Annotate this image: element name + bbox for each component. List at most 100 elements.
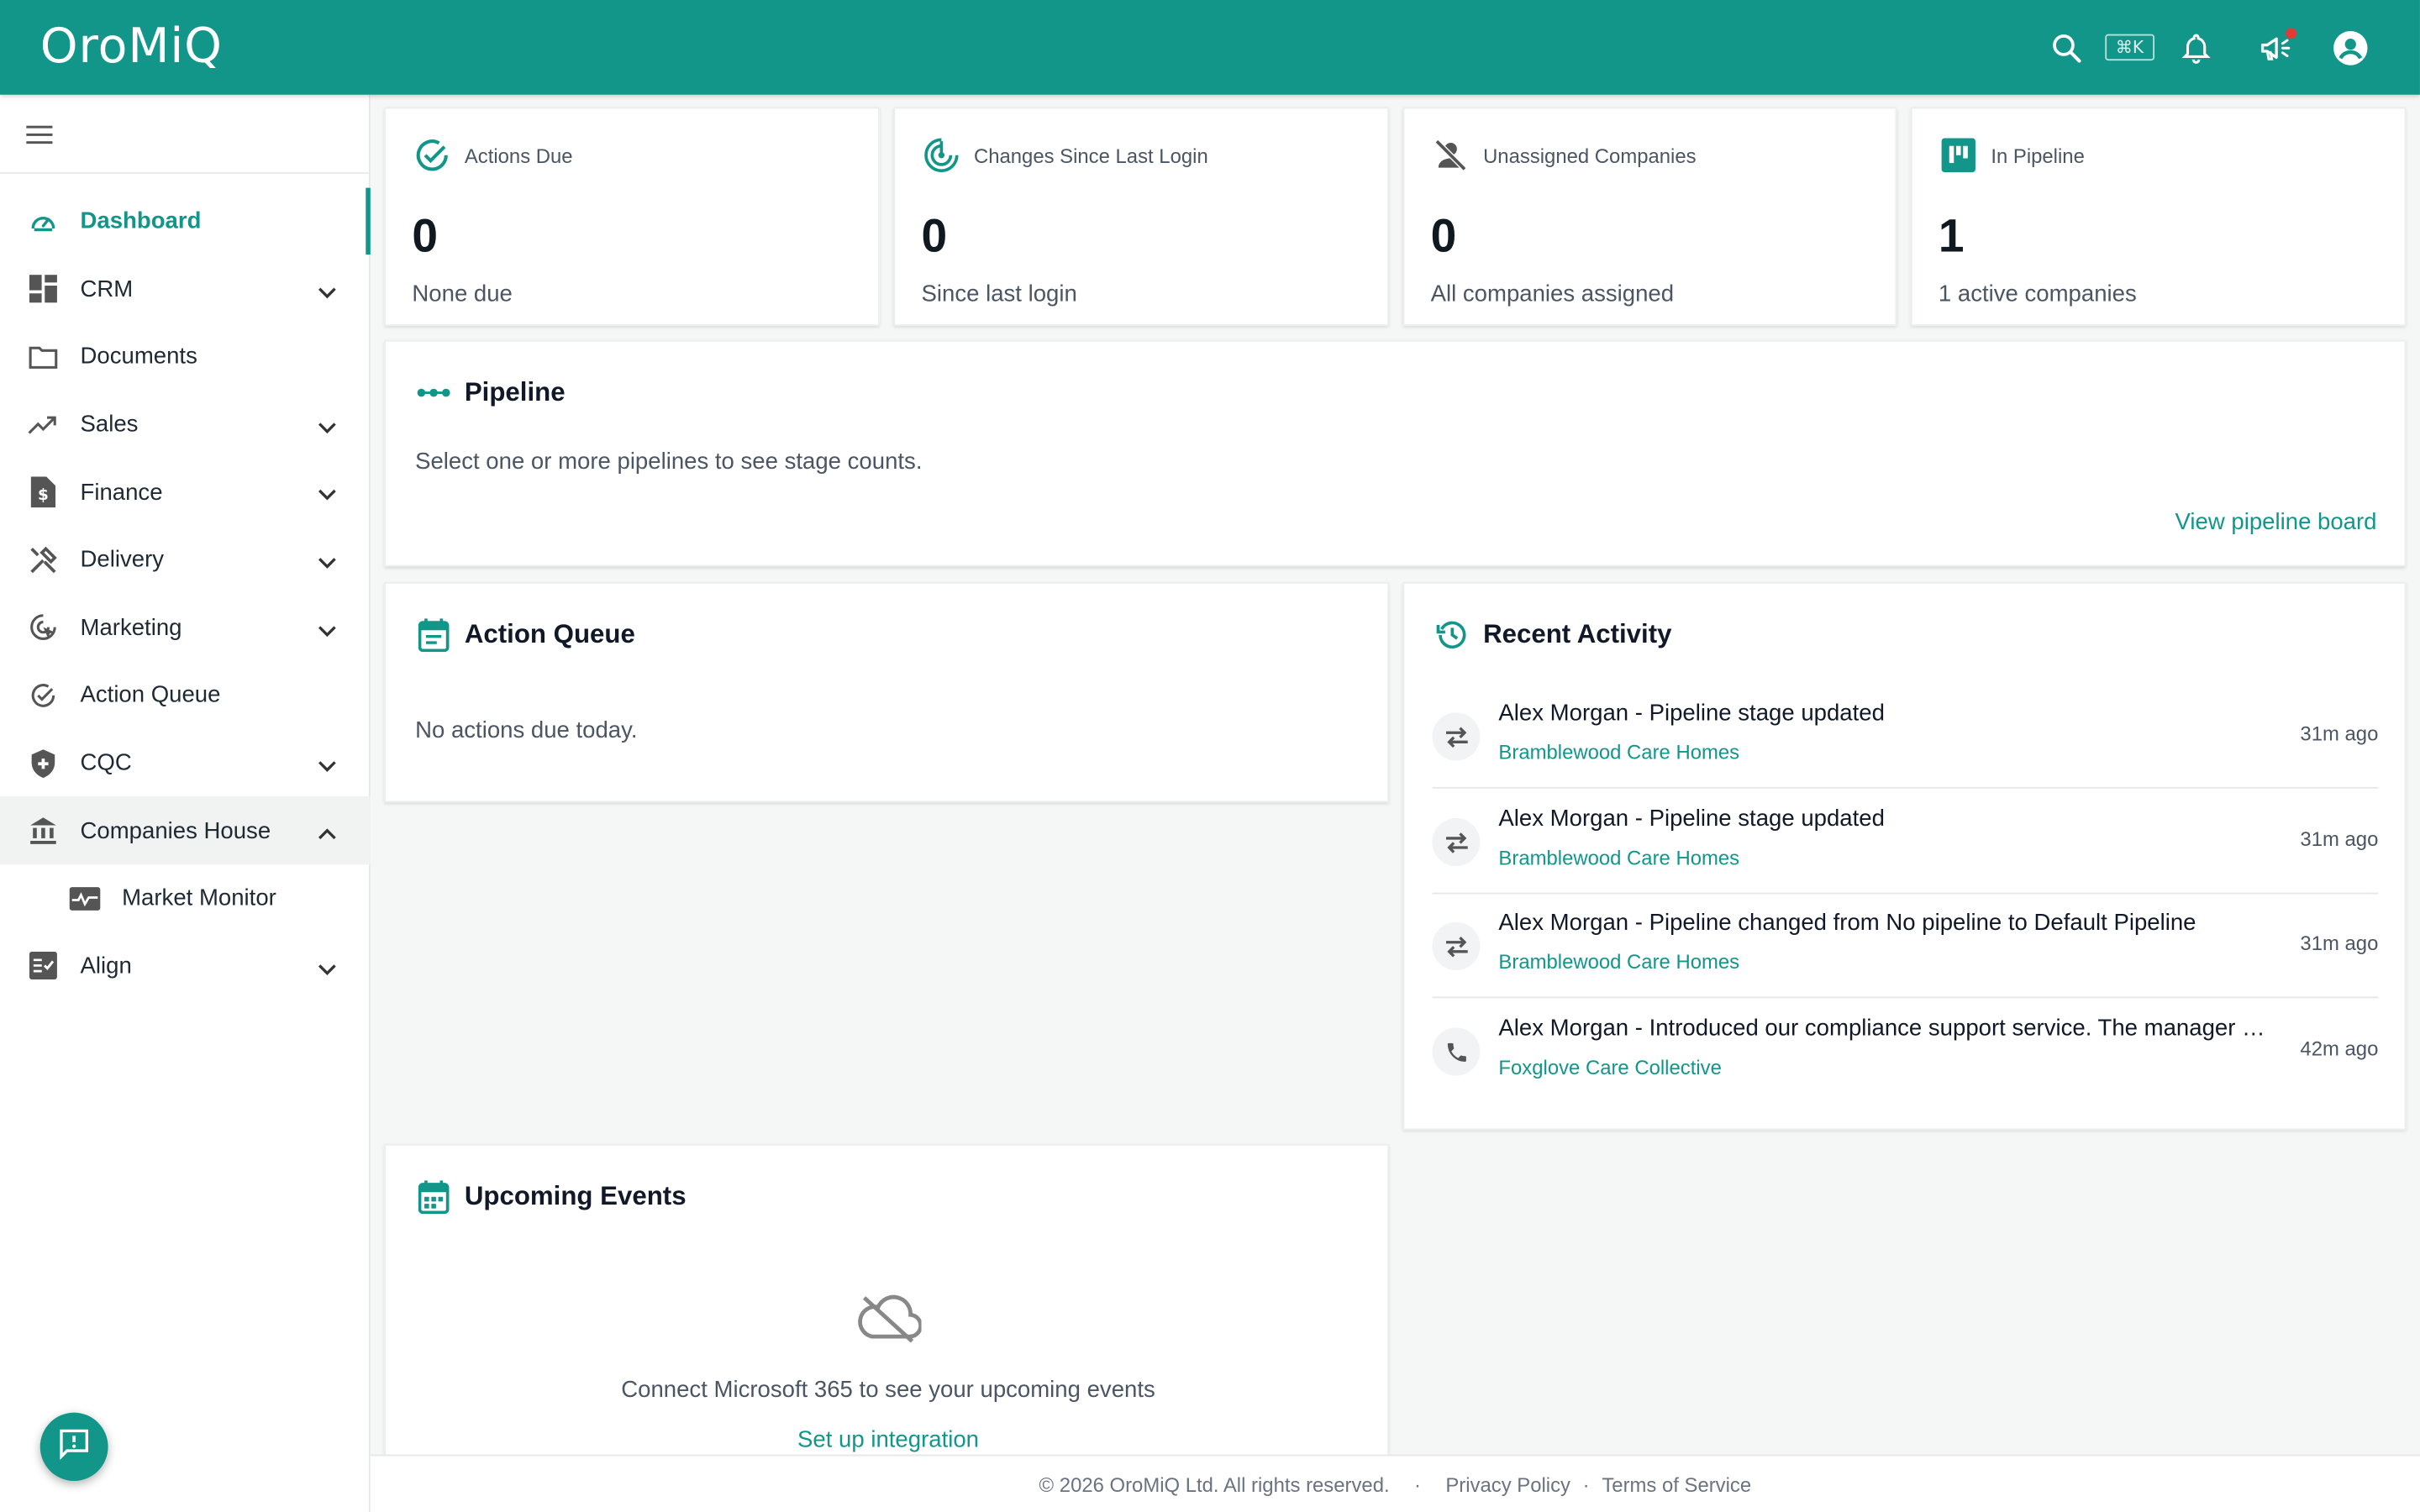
gauge-icon	[28, 206, 59, 237]
chevron-down-icon[interactable]	[318, 617, 336, 643]
sidebar-item-dashboard[interactable]: Dashboard	[0, 187, 371, 256]
search-icon[interactable]	[2046, 27, 2086, 67]
kanban-icon	[1940, 137, 1977, 174]
action-queue-message: No actions due today.	[415, 717, 638, 744]
sidebar-item-companies-house[interactable]: Companies House	[0, 796, 371, 865]
chevron-down-icon[interactable]	[318, 414, 336, 440]
pipeline-card: Pipeline Select one or more pipelines to…	[384, 339, 2407, 567]
stat-card-label: Changes Since Last Login	[973, 143, 1208, 167]
activity-company-link[interactable]: Foxglove Care Collective	[1498, 1056, 1721, 1079]
app-logo[interactable]: OroMiQ	[40, 18, 223, 75]
activity-time: 42m ago	[2300, 1037, 2379, 1061]
chevron-down-icon[interactable]	[318, 753, 336, 779]
swap-icon	[1432, 921, 1481, 970]
chevron-down-icon[interactable]	[318, 956, 336, 982]
sidebar-item-market-monitor[interactable]: Market Monitor	[0, 864, 371, 932]
footer-copyright: © 2026 OroMiQ Ltd. All rights reserved.	[1039, 1472, 1390, 1496]
account-icon[interactable]	[2330, 27, 2370, 67]
chevron-down-icon[interactable]	[318, 549, 336, 575]
stat-card-value: 0	[921, 211, 948, 263]
sidebar-item-label: CRM	[80, 276, 134, 303]
sidebar-item-label: Finance	[80, 479, 163, 506]
stat-card-in-pipeline[interactable]: In Pipeline 1 1 active companies	[1910, 107, 2407, 327]
sidebar-item-label: Align	[80, 953, 132, 979]
search-shortcut-hint[interactable]: ⌘K	[2104, 34, 2155, 61]
footer: © 2026 OroMiQ Ltd. All rights reserved. …	[370, 1454, 2420, 1512]
sidebar-item-align[interactable]: Align	[0, 932, 371, 1000]
sidebar-divider	[0, 172, 371, 174]
upcoming-events-card-title: Upcoming Events	[417, 1179, 687, 1215]
stat-card-subtext: All companies assigned	[1430, 281, 1675, 307]
shield-plus-icon	[28, 748, 59, 779]
stat-card-value: 0	[1430, 211, 1457, 263]
top-bar: OroMiQ ⌘K	[0, 0, 2420, 95]
stat-card-value: 0	[412, 211, 439, 263]
activity-item[interactable]: Alex Morgan - Pipeline stage updated Bra…	[1432, 790, 2379, 895]
chevron-up-icon[interactable]	[318, 820, 336, 846]
check-circle-icon	[413, 137, 450, 174]
stat-card-header: Actions Due	[413, 137, 573, 174]
history-icon	[1435, 618, 1469, 653]
stat-card-changes-since-last-login[interactable]: Changes Since Last Login 0 Since last lo…	[893, 107, 1390, 327]
activity-time: 31m ago	[2300, 931, 2379, 955]
stat-card-unassigned-companies[interactable]: Unassigned Companies 0 All companies ass…	[1402, 107, 1897, 327]
cloud-off-icon	[856, 1293, 923, 1350]
sidebar-item-action-queue[interactable]: Action Queue	[0, 662, 371, 730]
app-root: OroMiQ ⌘K Dashboard CRM Documents Sales …	[0, 0, 2420, 1512]
sidebar-item-delivery[interactable]: Delivery	[0, 526, 371, 594]
set-up-integration-link[interactable]: Set up integration	[386, 1426, 1391, 1452]
stat-card-subtext: Since last login	[921, 281, 1077, 307]
terms-of-service-link[interactable]: Terms of Service	[1602, 1473, 1751, 1496]
footer-separator: ·	[1582, 1472, 1590, 1496]
chevron-down-icon[interactable]	[318, 482, 336, 508]
activity-time: 31m ago	[2300, 722, 2379, 746]
privacy-policy-link[interactable]: Privacy Policy	[1445, 1473, 1570, 1496]
sidebar-item-label: Marketing	[80, 614, 182, 641]
sidebar-item-label: Action Queue	[80, 682, 221, 709]
sidebar-item-sales[interactable]: Sales	[0, 391, 371, 459]
sidebar-item-label: Market Monitor	[122, 885, 276, 912]
sidebar-item-label: Companies House	[80, 817, 271, 844]
feedback-button[interactable]	[39, 1412, 108, 1481]
megaphone-icon[interactable]	[2256, 27, 2297, 67]
activity-title: Alex Morgan - Introduced our compliance …	[1498, 1015, 2265, 1042]
sidebar-item-label: CQC	[80, 749, 132, 777]
sidebar-item-crm[interactable]: CRM	[0, 255, 371, 323]
activity-title: Alex Morgan - Pipeline changed from No p…	[1498, 909, 2196, 937]
sidebar-item-documents[interactable]: Documents	[0, 323, 371, 391]
upcoming-events-title: Upcoming Events	[464, 1181, 687, 1211]
sidebar-nav: Dashboard CRM Documents Sales $ Finance …	[0, 187, 371, 1000]
checklist-icon	[28, 951, 59, 982]
calendar-icon	[417, 1179, 450, 1215]
sidebar-item-label: Dashboard	[80, 208, 202, 235]
feedback-icon	[57, 1425, 91, 1467]
sidebar-item-label: Documents	[80, 344, 197, 370]
view-pipeline-board-link[interactable]: View pipeline board	[2175, 509, 2377, 535]
activity-item[interactable]: Alex Morgan - Pipeline changed from No p…	[1432, 894, 2379, 999]
footer-separator: ·	[1413, 1472, 1421, 1496]
stat-card-label: Unassigned Companies	[1483, 143, 1697, 167]
stat-card-actions-due[interactable]: Actions Due 0 None due	[384, 107, 880, 327]
menu-icon[interactable]	[26, 124, 54, 146]
activity-company-link[interactable]: Bramblewood Care Homes	[1498, 846, 1739, 869]
activity-item[interactable]: Alex Morgan - Pipeline stage updated Bra…	[1432, 685, 2379, 789]
action-queue-title: Action Queue	[464, 619, 635, 649]
swap-icon	[1432, 817, 1481, 867]
tools-icon	[28, 544, 59, 575]
calendar-list-icon	[417, 618, 450, 653]
sidebar-item-cqc[interactable]: CQC	[0, 729, 371, 797]
activity-item[interactable]: Alex Morgan - Introduced our compliance …	[1432, 1000, 2378, 1104]
sidebar-item-marketing[interactable]: Marketing	[0, 594, 371, 662]
activity-company-link[interactable]: Bramblewood Care Homes	[1498, 950, 1739, 974]
stat-card-label: In Pipeline	[1991, 143, 2085, 167]
chevron-down-icon[interactable]	[318, 279, 336, 305]
stat-card-header: Unassigned Companies	[1432, 137, 1697, 174]
monitor-heart-icon	[69, 883, 101, 914]
bell-icon[interactable]	[2176, 27, 2217, 67]
grid-icon	[28, 274, 59, 305]
sidebar-item-finance[interactable]: $ Finance	[0, 459, 371, 527]
folder-icon	[28, 342, 59, 373]
upcoming-events-message: Connect Microsoft 365 to see your upcomi…	[621, 1377, 1155, 1404]
pipeline-icon	[417, 375, 450, 410]
activity-company-link[interactable]: Bramblewood Care Homes	[1498, 740, 1739, 764]
